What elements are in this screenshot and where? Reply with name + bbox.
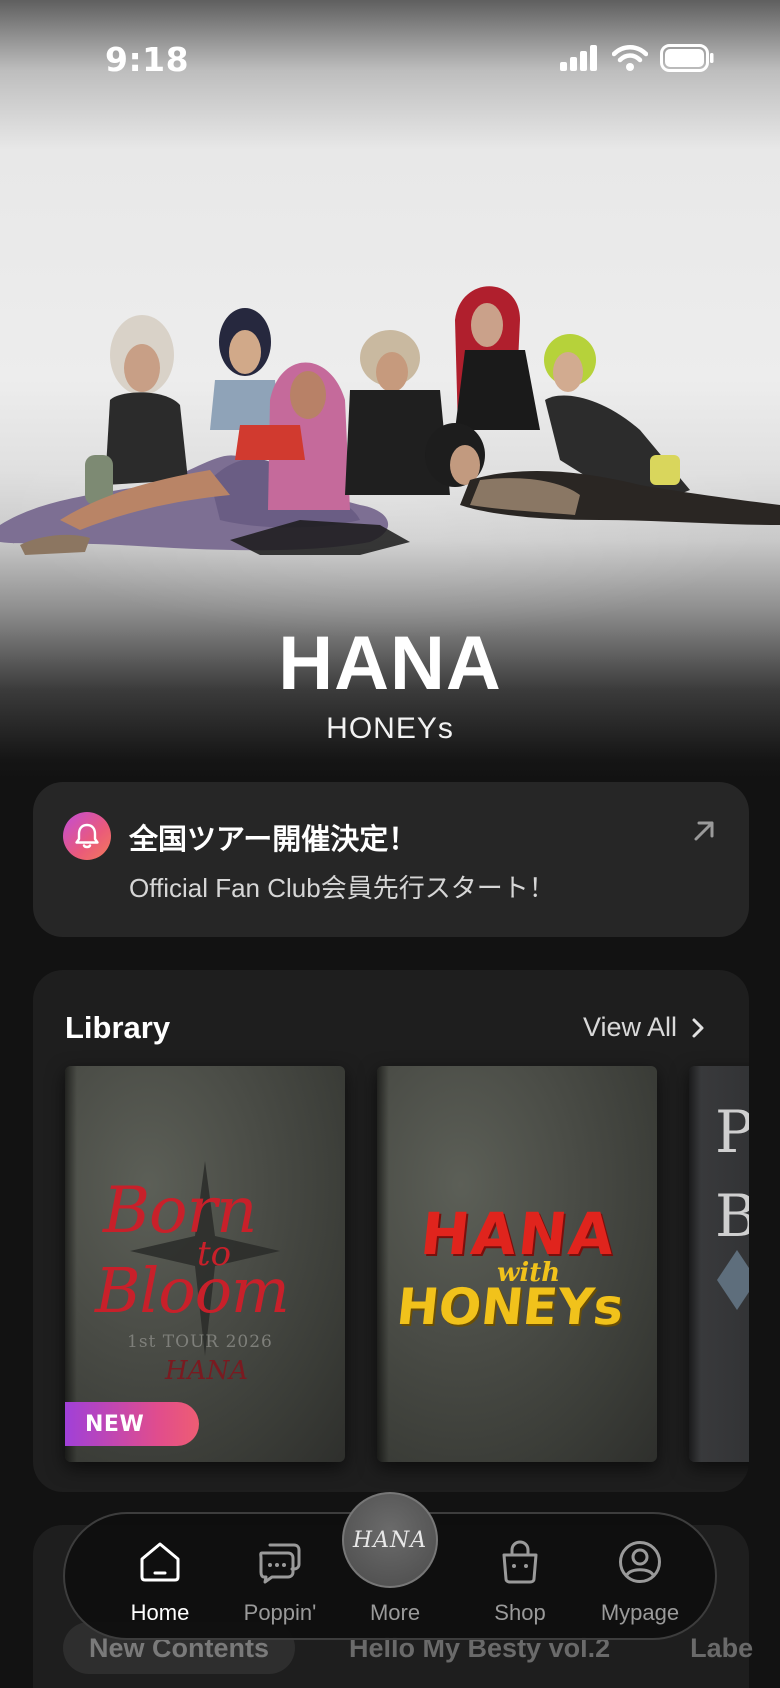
- home-icon: [140, 1542, 180, 1582]
- nav-shop-label: Shop: [494, 1600, 546, 1625]
- wifi-icon: [612, 45, 648, 71]
- user-icon: [619, 1541, 661, 1583]
- chat-icon: [259, 1543, 301, 1584]
- cover-letter-p: P: [715, 1098, 749, 1166]
- artist-name: HANA: [278, 621, 502, 706]
- chevron-right-icon: [692, 1018, 704, 1037]
- view-all-label: View All: [582, 1012, 677, 1042]
- nav-mypage[interactable]: Mypage: [585, 1536, 695, 1626]
- hero-group-photo: [0, 286, 780, 555]
- new-badge: NEW: [65, 1402, 199, 1446]
- library-title: Library: [65, 1010, 171, 1045]
- cover-letters: P B: [715, 1090, 749, 1258]
- announcement-title: 全国ツアー開催決定！: [129, 822, 418, 856]
- status-time: 9:18: [105, 40, 190, 79]
- library-item-partial[interactable]: P B: [689, 1066, 749, 1462]
- cover-title-honeys: HONEYs: [393, 1278, 627, 1336]
- cover-title-bloom: Bloom: [95, 1254, 290, 1327]
- hana-logo-button[interactable]: HANA: [342, 1492, 438, 1588]
- cover-letter-b: B: [715, 1182, 749, 1250]
- cover-artist-name: HANA: [165, 1356, 248, 1386]
- nav-home-label: Home: [130, 1600, 190, 1625]
- library-section: Library View All Born to Bloom 1st TOUR …: [33, 970, 749, 1492]
- bag-icon: [502, 1540, 538, 1584]
- nav-more-label: More: [369, 1600, 421, 1625]
- nav-poppin-label: Poppin': [243, 1600, 317, 1625]
- nav-mypage-label: Mypage: [600, 1600, 680, 1625]
- artist-subtitle: HONEYs: [326, 712, 454, 745]
- status-icons: [560, 44, 714, 72]
- external-arrow-icon[interactable]: [691, 818, 717, 844]
- hero-banner: 9:18 HANA HONEYs: [0, 0, 780, 780]
- cover-subtitle-tour: 1st TOUR 2026: [127, 1332, 273, 1352]
- battery-icon: [660, 44, 714, 72]
- cover-title-born: Born: [103, 1174, 257, 1248]
- diamond-icon: [717, 1250, 749, 1310]
- nav-poppin[interactable]: Poppin': [225, 1536, 335, 1626]
- bell-icon: [63, 812, 111, 860]
- signal-icon: [560, 45, 597, 71]
- status-bar: 9:18: [0, 0, 780, 120]
- library-item-hana-with-honeys[interactable]: HANA with HONEYs: [377, 1066, 657, 1462]
- announcement-text: Official Fan Club会員先行スタート！: [129, 873, 555, 903]
- view-all-link[interactable]: View All: [583, 1012, 705, 1043]
- nav-home[interactable]: Home: [105, 1536, 215, 1626]
- announcement-card[interactable]: 全国ツアー開催決定！ Official Fan Club会員先行スタート！: [33, 782, 749, 937]
- nav-shop[interactable]: Shop: [465, 1536, 575, 1626]
